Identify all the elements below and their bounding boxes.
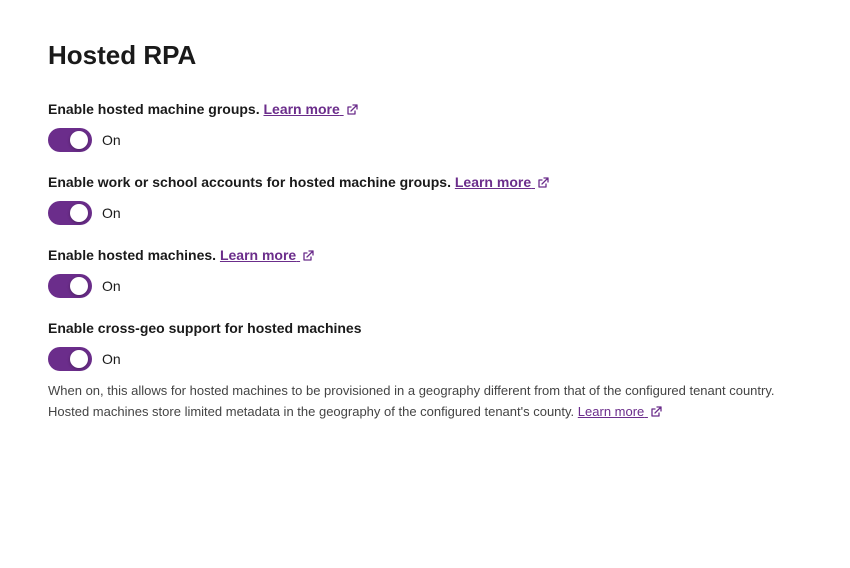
learn-more-link-2[interactable]: Learn more [455, 174, 549, 190]
toggle-hosted-machines[interactable] [48, 274, 92, 298]
toggle-track-3 [48, 274, 92, 298]
toggle-row-1: On [48, 128, 802, 152]
toggle-label-1: On [102, 132, 121, 148]
external-link-icon-2 [537, 177, 549, 189]
setting-work-school-accounts: Enable work or school accounts for hoste… [48, 172, 802, 225]
external-link-icon-1 [346, 104, 358, 116]
toggle-thumb-4 [70, 350, 88, 368]
page-title: Hosted RPA [48, 40, 802, 71]
toggle-thumb-3 [70, 277, 88, 295]
toggle-row-2: On [48, 201, 802, 225]
toggle-thumb-2 [70, 204, 88, 222]
toggle-label-4: On [102, 351, 121, 367]
learn-more-link-1[interactable]: Learn more [263, 101, 357, 117]
setting-label-hosted-machine-groups: Enable hosted machine groups. Learn more [48, 99, 802, 120]
toggle-row-4: On [48, 347, 802, 371]
setting-cross-geo-support: Enable cross-geo support for hosted mach… [48, 318, 802, 423]
toggle-thumb-1 [70, 131, 88, 149]
toggle-track-1 [48, 128, 92, 152]
toggle-cross-geo-support[interactable] [48, 347, 92, 371]
toggle-hosted-machine-groups[interactable] [48, 128, 92, 152]
toggle-track-2 [48, 201, 92, 225]
external-link-icon-4 [650, 406, 662, 418]
external-link-icon-3 [302, 250, 314, 262]
toggle-label-2: On [102, 205, 121, 221]
cross-geo-description: When on, this allows for hosted machines… [48, 381, 802, 423]
setting-hosted-machine-groups: Enable hosted machine groups. Learn more… [48, 99, 802, 152]
learn-more-link-4[interactable]: Learn more [578, 404, 662, 419]
toggle-label-3: On [102, 278, 121, 294]
setting-label-hosted-machines: Enable hosted machines. Learn more [48, 245, 802, 266]
setting-label-work-school-accounts: Enable work or school accounts for hoste… [48, 172, 802, 193]
setting-hosted-machines: Enable hosted machines. Learn more On [48, 245, 802, 298]
learn-more-link-3[interactable]: Learn more [220, 247, 314, 263]
toggle-track-4 [48, 347, 92, 371]
toggle-row-3: On [48, 274, 802, 298]
toggle-work-school-accounts[interactable] [48, 201, 92, 225]
setting-label-cross-geo: Enable cross-geo support for hosted mach… [48, 318, 802, 339]
